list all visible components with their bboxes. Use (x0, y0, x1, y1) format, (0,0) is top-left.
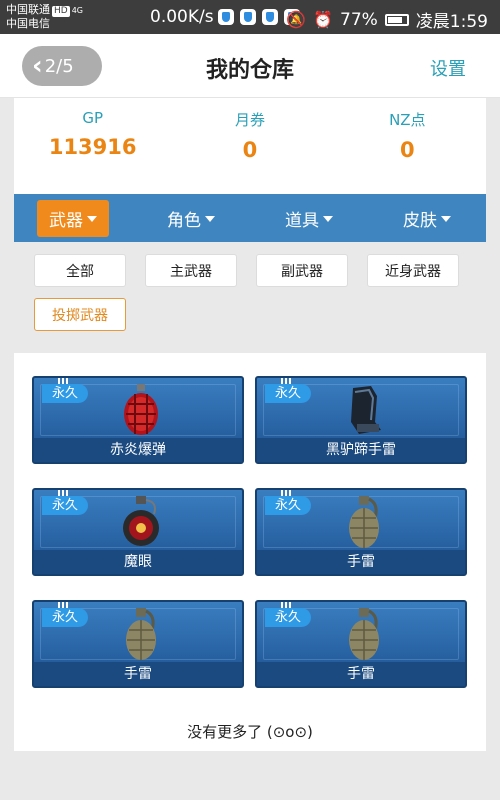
grenade-icon (349, 496, 379, 548)
signal-icon: 4G (71, 6, 83, 15)
status-bar: 中国联通 HD 4G 中国电信 0.00K/s 🔕 ⏰ 77% 凌晨1:59 (0, 0, 500, 34)
status-right: 🔕 ⏰ 77% 凌晨1:59 (286, 7, 488, 33)
stat-nz: NZ点 0 (329, 98, 486, 194)
item-card[interactable]: 永久 手雷 (255, 600, 467, 688)
category-tabs: 武器 角色 道具 皮肤 (14, 194, 486, 242)
battery-icon (384, 13, 409, 26)
battery-percent: 77% (340, 9, 378, 30)
red-bomb-icon (124, 384, 158, 435)
alarm-icon: ⏰ (313, 10, 334, 29)
stat-gp: GP 113916 (14, 98, 171, 194)
stat-label: GP (82, 109, 103, 127)
item-name: 手雷 (257, 662, 465, 686)
filter-melee-button[interactable]: 近身武器 (367, 254, 459, 287)
currency-stats: GP 113916 月券 0 NZ点 0 (14, 98, 486, 194)
item-card[interactable]: 永久 手雷 (32, 600, 244, 688)
tab-label: 皮肤 (403, 210, 437, 231)
stat-label: NZ点 (389, 111, 426, 129)
no-more-message: 没有更多了 (⊙o⊙) (14, 713, 486, 751)
carrier-info: 中国联通 HD 4G 中国电信 (6, 3, 83, 30)
permanent-badge: 永久 (42, 608, 89, 627)
chevron-down-icon (441, 216, 451, 222)
filter-all-button[interactable]: 全部 (34, 254, 126, 287)
tab-characters[interactable]: 角色 (132, 200, 250, 237)
tab-label: 武器 (49, 210, 83, 231)
permanent-badge: 永久 (42, 496, 89, 515)
chevron-down-icon (205, 216, 215, 222)
item-name: 手雷 (34, 662, 242, 686)
carrier-2: 中国电信 (6, 17, 50, 30)
network-speed: 0.00K/s (150, 7, 214, 27)
eye-grenade-icon (123, 496, 159, 546)
weapon-filters: 全部 主武器 副武器 近身武器 投掷武器 (14, 242, 486, 352)
item-card[interactable]: 永久 黑驴蹄手雷 (255, 376, 467, 464)
tab-label: 角色 (167, 210, 201, 231)
shield-icon (218, 9, 234, 25)
tab-label: 道具 (285, 210, 319, 231)
settings-button[interactable]: 设置 (430, 55, 466, 81)
mute-icon: 🔕 (286, 10, 307, 29)
grenade-icon (349, 608, 379, 660)
permanent-badge: 永久 (265, 384, 312, 403)
item-grid: 永久 赤炎爆弹 永久 黑驴蹄手雷 永久 魔眼 永久 手雷 永久 手雷 永久 手雷 (14, 353, 486, 713)
tab-props[interactable]: 道具 (250, 200, 368, 237)
stat-value: 0 (400, 138, 415, 162)
stat-value: 113916 (48, 135, 137, 159)
item-card[interactable]: 永久 手雷 (255, 488, 467, 576)
hoof-grenade-icon (351, 386, 381, 434)
grenade-icon (126, 608, 156, 660)
clock: 凌晨1:59 (415, 12, 488, 32)
filter-throwable-button[interactable]: 投掷武器 (34, 298, 126, 331)
app-header: ‹ 2/5 我的仓库 设置 (0, 34, 500, 98)
hd-badge: HD (52, 6, 70, 17)
chevron-down-icon (87, 216, 97, 222)
item-name: 黑驴蹄手雷 (257, 438, 465, 462)
stat-value: 0 (242, 138, 258, 162)
item-name: 手雷 (257, 550, 465, 574)
stat-voucher: 月券 0 (171, 98, 328, 194)
carrier-1: 中国联通 (6, 3, 50, 16)
filter-secondary-button[interactable]: 副武器 (256, 254, 348, 287)
item-card[interactable]: 永久 魔眼 (32, 488, 244, 576)
permanent-badge: 永久 (265, 496, 312, 515)
permanent-badge: 永久 (42, 384, 89, 403)
item-name: 赤炎爆弹 (34, 438, 242, 462)
permanent-badge: 永久 (265, 608, 312, 627)
page-title: 我的仓库 (205, 58, 294, 83)
tab-weapons[interactable]: 武器 (14, 199, 132, 237)
chevron-down-icon (323, 216, 333, 222)
shield-icon (240, 9, 256, 25)
tab-skins[interactable]: 皮肤 (368, 200, 486, 237)
item-name: 魔眼 (34, 550, 242, 574)
stat-label: 月券 (234, 111, 265, 129)
shield-icon (262, 9, 278, 25)
filter-primary-button[interactable]: 主武器 (145, 254, 237, 287)
item-card[interactable]: 永久 赤炎爆弹 (32, 376, 244, 464)
